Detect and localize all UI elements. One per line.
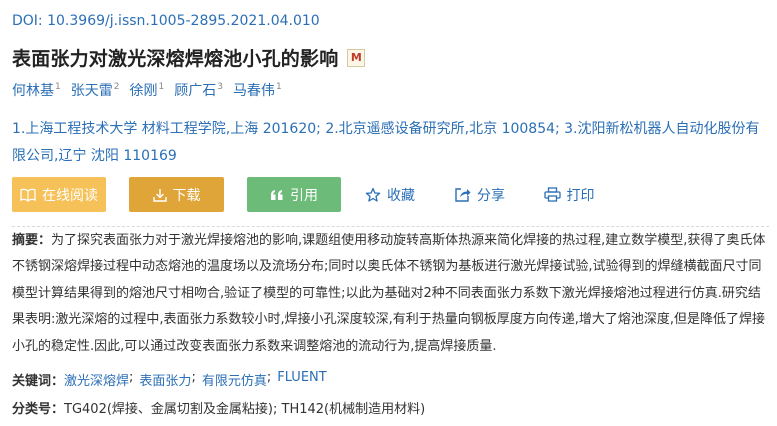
keywords-label: 关键词： [12, 374, 65, 389]
m-badge-letter: M [350, 51, 362, 64]
quote-icon [270, 189, 284, 201]
author-name[interactable]: 何林基 [12, 83, 54, 99]
author-item[interactable]: 马春伟1 [233, 80, 282, 100]
author-item[interactable]: 顾广石3 [174, 80, 223, 100]
read-online-button[interactable]: 在线阅读 [12, 177, 106, 212]
article-title: 表面张力对激光深熔焊熔池小孔的影响 [12, 48, 339, 70]
abstract: 摘要：为了探究表面张力对于激光焊接熔池的影响,课题组使用移动旋转高斯体热源来简化… [12, 228, 772, 360]
print-button[interactable]: 打印 [537, 177, 601, 212]
star-icon [365, 187, 381, 203]
download-button[interactable]: 下载 [129, 177, 224, 212]
keyword-link[interactable]: FLUENT [277, 370, 326, 389]
author-item[interactable]: 张天雷2 [71, 80, 120, 100]
author-list: 何林基1 张天雷2 徐刚1 顾广石3 马春伟1 [12, 80, 292, 100]
author-name[interactable]: 张天雷 [71, 83, 113, 99]
doi-link[interactable]: 10.3969/j.issn.1005-2895.2021.04.010 [47, 13, 320, 29]
affiliations[interactable]: 1.上海工程技术大学 材料工程学院,上海 201620; 2.北京遥感设备研究所… [12, 116, 767, 170]
download-icon [152, 188, 167, 202]
share-label: 分享 [477, 187, 505, 204]
classification-label: 分类号： [12, 402, 65, 417]
keyword-link[interactable]: 有限元仿真 [202, 370, 267, 389]
share-button[interactable]: 分享 [448, 177, 512, 212]
print-label: 打印 [566, 187, 595, 204]
book-icon [20, 188, 36, 202]
classification-line: 分类号：TG402(焊接、金属切割及金属粘接); TH142(机械制造用材料) [12, 398, 425, 417]
cite-label: 引用 [290, 187, 318, 204]
keywords-line: 关键词： 激光深熔焊; 表面张力; 有限元仿真; FLUENT [12, 370, 327, 389]
favorite-button[interactable]: 收藏 [358, 177, 422, 212]
keyword-separator: ; [191, 370, 196, 385]
author-item[interactable]: 何林基1 [12, 80, 61, 100]
keyword-link[interactable]: 表面张力 [139, 370, 191, 389]
abstract-text: 为了探究表面张力对于激光焊接熔池的影响,课题组使用移动旋转高斯体热源来简化焊接的… [12, 233, 766, 354]
download-label: 下载 [172, 187, 201, 204]
doi-label: DOI: [12, 13, 43, 29]
read-online-label: 在线阅读 [42, 187, 98, 204]
printer-icon [543, 187, 561, 202]
keyword-separator: ; [266, 370, 272, 385]
abstract-label: 摘要： [12, 233, 52, 248]
keyword-link[interactable]: 激光深熔焊 [64, 370, 129, 389]
doi-line: DOI: 10.3969/j.issn.1005-2895.2021.04.01… [12, 13, 320, 29]
author-sup: 1 [275, 82, 282, 93]
author-sup: 1 [158, 82, 165, 93]
author-item[interactable]: 徐刚1 [129, 80, 164, 100]
author-sup: 2 [113, 82, 120, 93]
m-badge-icon[interactable]: M [347, 48, 366, 67]
author-sup: 3 [217, 82, 223, 93]
favorite-label: 收藏 [387, 187, 415, 204]
cite-button[interactable]: 引用 [247, 177, 341, 212]
section-divider [12, 226, 769, 227]
classification-value: TG402(焊接、金属切割及金属粘接); TH142(机械制造用材料) [64, 402, 426, 417]
author-name[interactable]: 顾广石 [174, 83, 216, 99]
title-row: 表面张力对激光深熔焊熔池小孔的影响 M [12, 44, 366, 71]
author-name[interactable]: 马春伟 [233, 83, 275, 99]
share-icon [455, 187, 471, 202]
author-name[interactable]: 徐刚 [129, 83, 157, 99]
author-sup: 1 [55, 82, 61, 93]
keyword-separator: ; [129, 370, 134, 385]
